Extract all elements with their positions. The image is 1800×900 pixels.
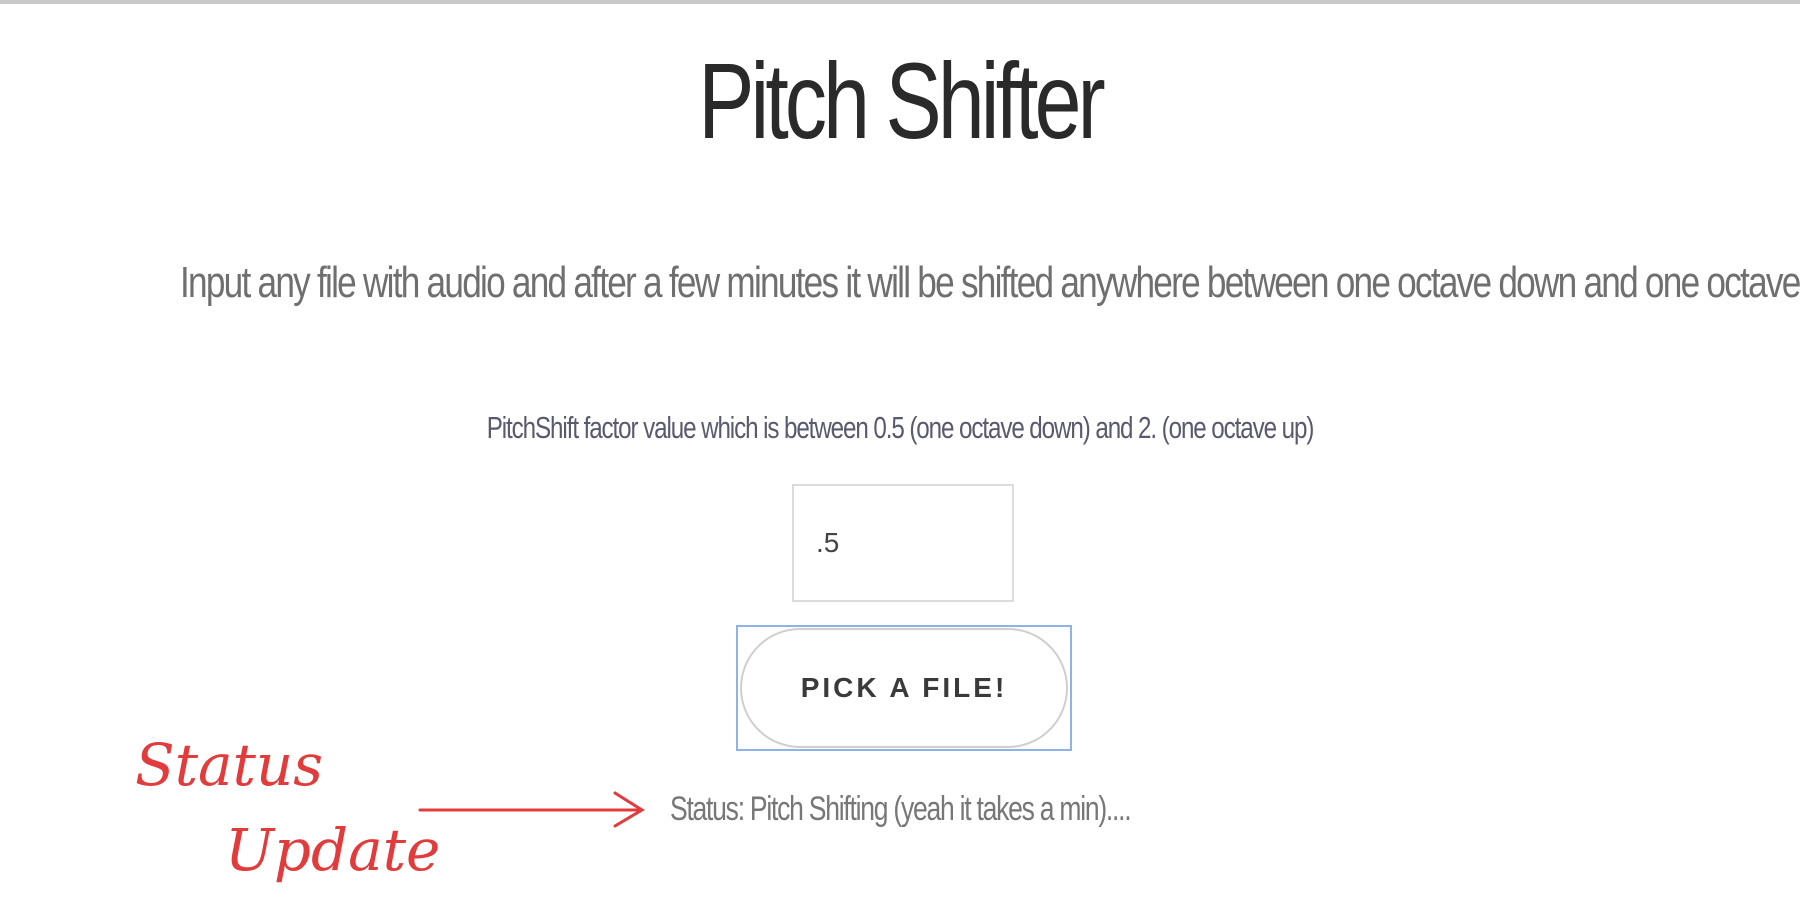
page-title: Pitch Shifter (698, 40, 1105, 161)
pitch-factor-input[interactable] (792, 484, 1014, 602)
annotation-label-status: Status (135, 731, 323, 799)
annotation-label-update: Update (225, 816, 440, 884)
status-text: Status: Pitch Shifting (yeah it takes a … (670, 790, 1132, 828)
top-divider (0, 0, 1800, 4)
annotation-arrow (418, 791, 645, 828)
page-subtitle: Input any file with audio and after a fe… (180, 258, 1800, 307)
page: Pitch Shifter Input any file with audio … (0, 0, 1800, 900)
pick-file-button[interactable]: PICK A FILE! (740, 628, 1068, 748)
pitch-factor-label: PitchShift factor value which is between… (486, 410, 1315, 445)
